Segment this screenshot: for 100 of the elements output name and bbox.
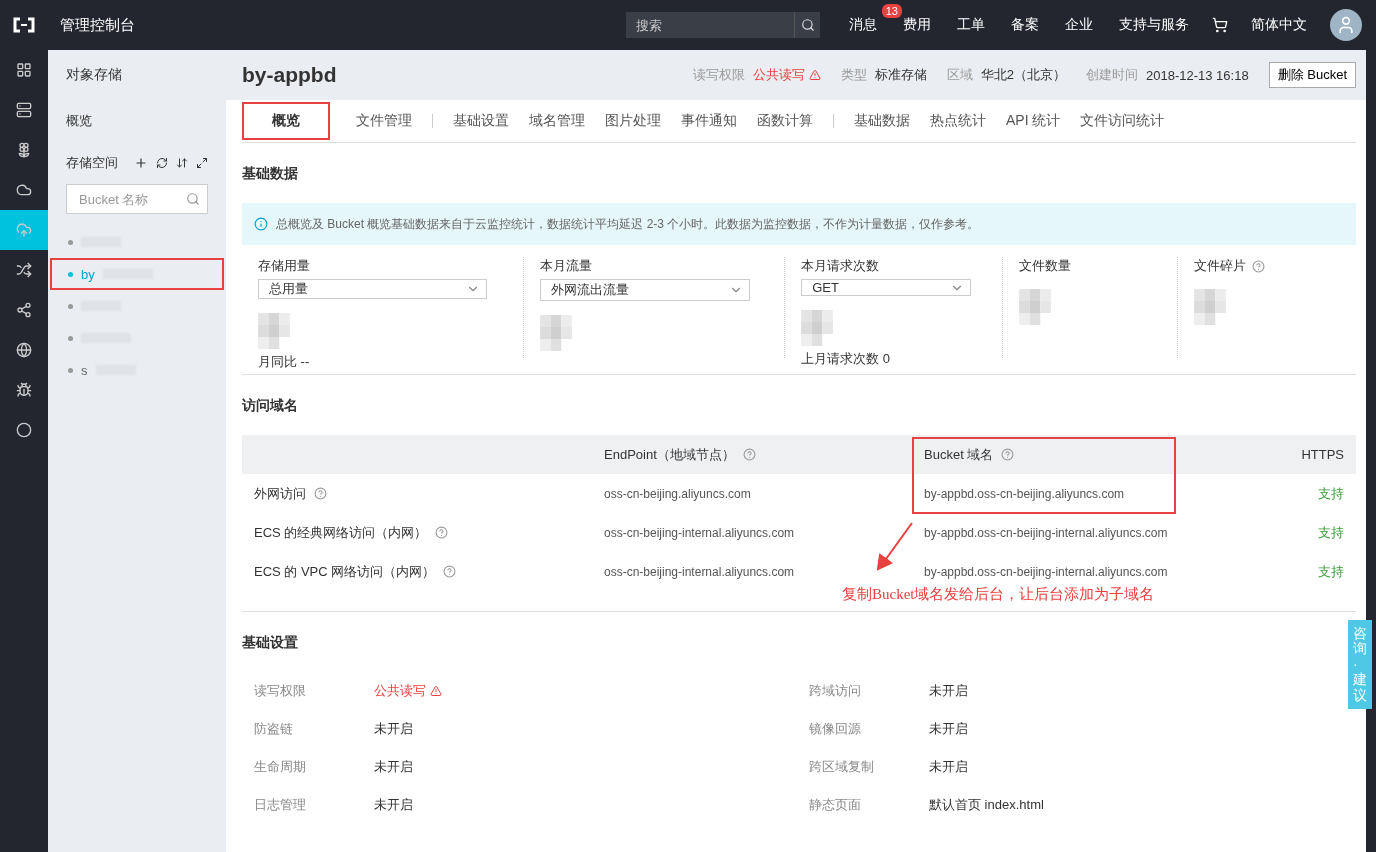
table-cell: ECS 的经典网络访问（内网）: [254, 523, 428, 542]
table-cell: 外网访问: [254, 484, 306, 503]
pixelated-redaction: [1193, 289, 1226, 325]
table-cell-text: oss-cn-beijing.aliyuncs.com: [603, 486, 752, 501]
stat-select[interactable]: 外网流出流量: [540, 279, 750, 301]
table-cell: ECS 的 VPC 网络访问（内网）: [254, 562, 436, 581]
setting-label: 生命周期: [254, 758, 307, 776]
section-title: 基础设置: [242, 633, 298, 652]
tab[interactable]: 事件通知: [671, 102, 747, 140]
setting-label: 跨域访问: [809, 682, 862, 700]
tab[interactable]: 文件访问统计: [1070, 102, 1175, 140]
info-icon: [254, 217, 268, 231]
stat-footnote: 月同比 --: [258, 353, 311, 371]
share-icon: [16, 302, 32, 318]
search-field[interactable]: 搜索: [626, 12, 794, 38]
tab[interactable]: 概览: [242, 102, 330, 140]
help-icon: [443, 565, 457, 578]
server-icon: [16, 102, 32, 118]
tab[interactable]: 文件管理: [346, 102, 422, 140]
person-icon: [1336, 15, 1356, 35]
section-title: 访问域名: [242, 396, 298, 415]
overview-link[interactable]: 概览: [66, 112, 208, 130]
bucket-search-field[interactable]: Bucket 名称: [66, 184, 208, 214]
setting-value: 未开启: [374, 720, 413, 738]
column-header: HTTPS: [1301, 447, 1344, 462]
meta-value: 标准存储: [874, 66, 927, 84]
column-header: Bucket 域名: [924, 445, 994, 464]
nav-link[interactable]: 支持与服务: [1119, 16, 1189, 34]
bucket-name: s: [81, 362, 88, 378]
setting-value: 默认首页 index.html: [929, 796, 1044, 814]
table-cell-text: by-appbd.oss-cn-beijing-internal.aliyuncs.com: [923, 525, 1169, 540]
status-text: 支持: [1317, 562, 1345, 581]
annotation-text: 复制Bucket域名发给后台，让后台添加为子域名: [842, 585, 1155, 604]
meta-value: 2018-12-13 16:18: [1146, 67, 1249, 83]
setting-value: 未开启: [929, 758, 968, 776]
bucket-name: by: [81, 266, 95, 282]
sort-icon[interactable]: [176, 157, 188, 169]
tab[interactable]: 热点统计: [920, 102, 996, 140]
meta-label: 创建时间: [1086, 66, 1138, 84]
status-text: 支持: [1317, 484, 1345, 503]
meta-label: 类型: [840, 66, 867, 84]
tab[interactable]: API 统计: [996, 102, 1071, 140]
stat-label: 本月请求次数: [801, 257, 880, 275]
warning-icon: [808, 69, 821, 81]
nav-link[interactable]: 简体中文: [1251, 16, 1307, 34]
stat-select[interactable]: GET: [801, 279, 972, 296]
tab[interactable]: 函数计算: [747, 102, 823, 140]
warning-icon: [430, 685, 442, 697]
refresh-icon[interactable]: [156, 157, 168, 169]
tab[interactable]: 基础数据: [844, 102, 920, 140]
tab[interactable]: 图片处理: [595, 102, 671, 140]
delete-button[interactable]: 删除 Bucket: [1268, 62, 1356, 88]
expand-icon[interactable]: [196, 157, 208, 169]
setting-value: 未开启: [374, 796, 413, 814]
tab[interactable]: 基础设置: [443, 102, 519, 140]
avatar[interactable]: [1330, 9, 1362, 41]
setting-label: 跨区域复制: [809, 758, 875, 776]
setting-label: 镜像回源: [809, 720, 862, 738]
bug-icon: [16, 382, 32, 398]
nav-link[interactable]: 工单: [957, 16, 985, 34]
setting-value: 未开启: [374, 758, 413, 776]
help-icon: [435, 526, 449, 539]
stat-footnote: 上月请求次数 0: [801, 350, 891, 368]
search-icon: [800, 18, 815, 32]
nav-link[interactable]: 企业: [1065, 16, 1093, 34]
pixelated-redaction: [801, 310, 834, 346]
status-text: 支持: [1317, 523, 1345, 542]
table-cell-text: by-appbd.oss-cn-beijing.aliyuncs.com: [923, 486, 1126, 501]
add-icon[interactable]: [134, 156, 148, 170]
nav-link[interactable]: 备案: [1011, 16, 1039, 34]
stat-label: 存储用量: [258, 257, 310, 275]
grid-icon: [16, 62, 32, 78]
cart-icon[interactable]: [1212, 17, 1228, 33]
setting-label: 防盗链: [254, 720, 294, 738]
stat-label: 本月流量: [540, 257, 593, 275]
flower-icon: [16, 142, 32, 158]
nav-link[interactable]: 费用: [903, 16, 931, 34]
table-cell-text: oss-cn-beijing-internal.aliyuncs.com: [603, 564, 796, 579]
pixelated-redaction: [258, 313, 290, 349]
tab[interactable]: 域名管理: [519, 102, 595, 140]
shuffle-icon: [16, 262, 32, 278]
search-button[interactable]: [794, 12, 820, 38]
stat-label: 文件数量: [1019, 257, 1071, 275]
setting-label: 静态页面: [809, 796, 862, 814]
logo-icon[interactable]: [12, 17, 36, 33]
help-icon: [314, 487, 327, 500]
bucket-item[interactable]: s: [50, 354, 224, 386]
bucket-title: by-appbd: [242, 63, 338, 87]
setting-value: 未开启: [929, 720, 968, 738]
meta-value: 华北2（北京）: [980, 66, 1066, 84]
setting-label: 日志管理: [254, 796, 307, 814]
column-header: EndPoint（地域节点）: [604, 445, 735, 464]
annotation-arrow: [874, 521, 914, 571]
stat-select[interactable]: 总用量: [258, 279, 488, 299]
nav-link[interactable]: 消息: [849, 16, 877, 34]
pixelated-redaction: [1019, 289, 1051, 325]
sidebar-title: 对象存储: [66, 65, 123, 84]
section-title: 基础数据: [242, 164, 298, 183]
cloud-icon: [16, 182, 32, 198]
count-badge: 13: [881, 4, 902, 18]
